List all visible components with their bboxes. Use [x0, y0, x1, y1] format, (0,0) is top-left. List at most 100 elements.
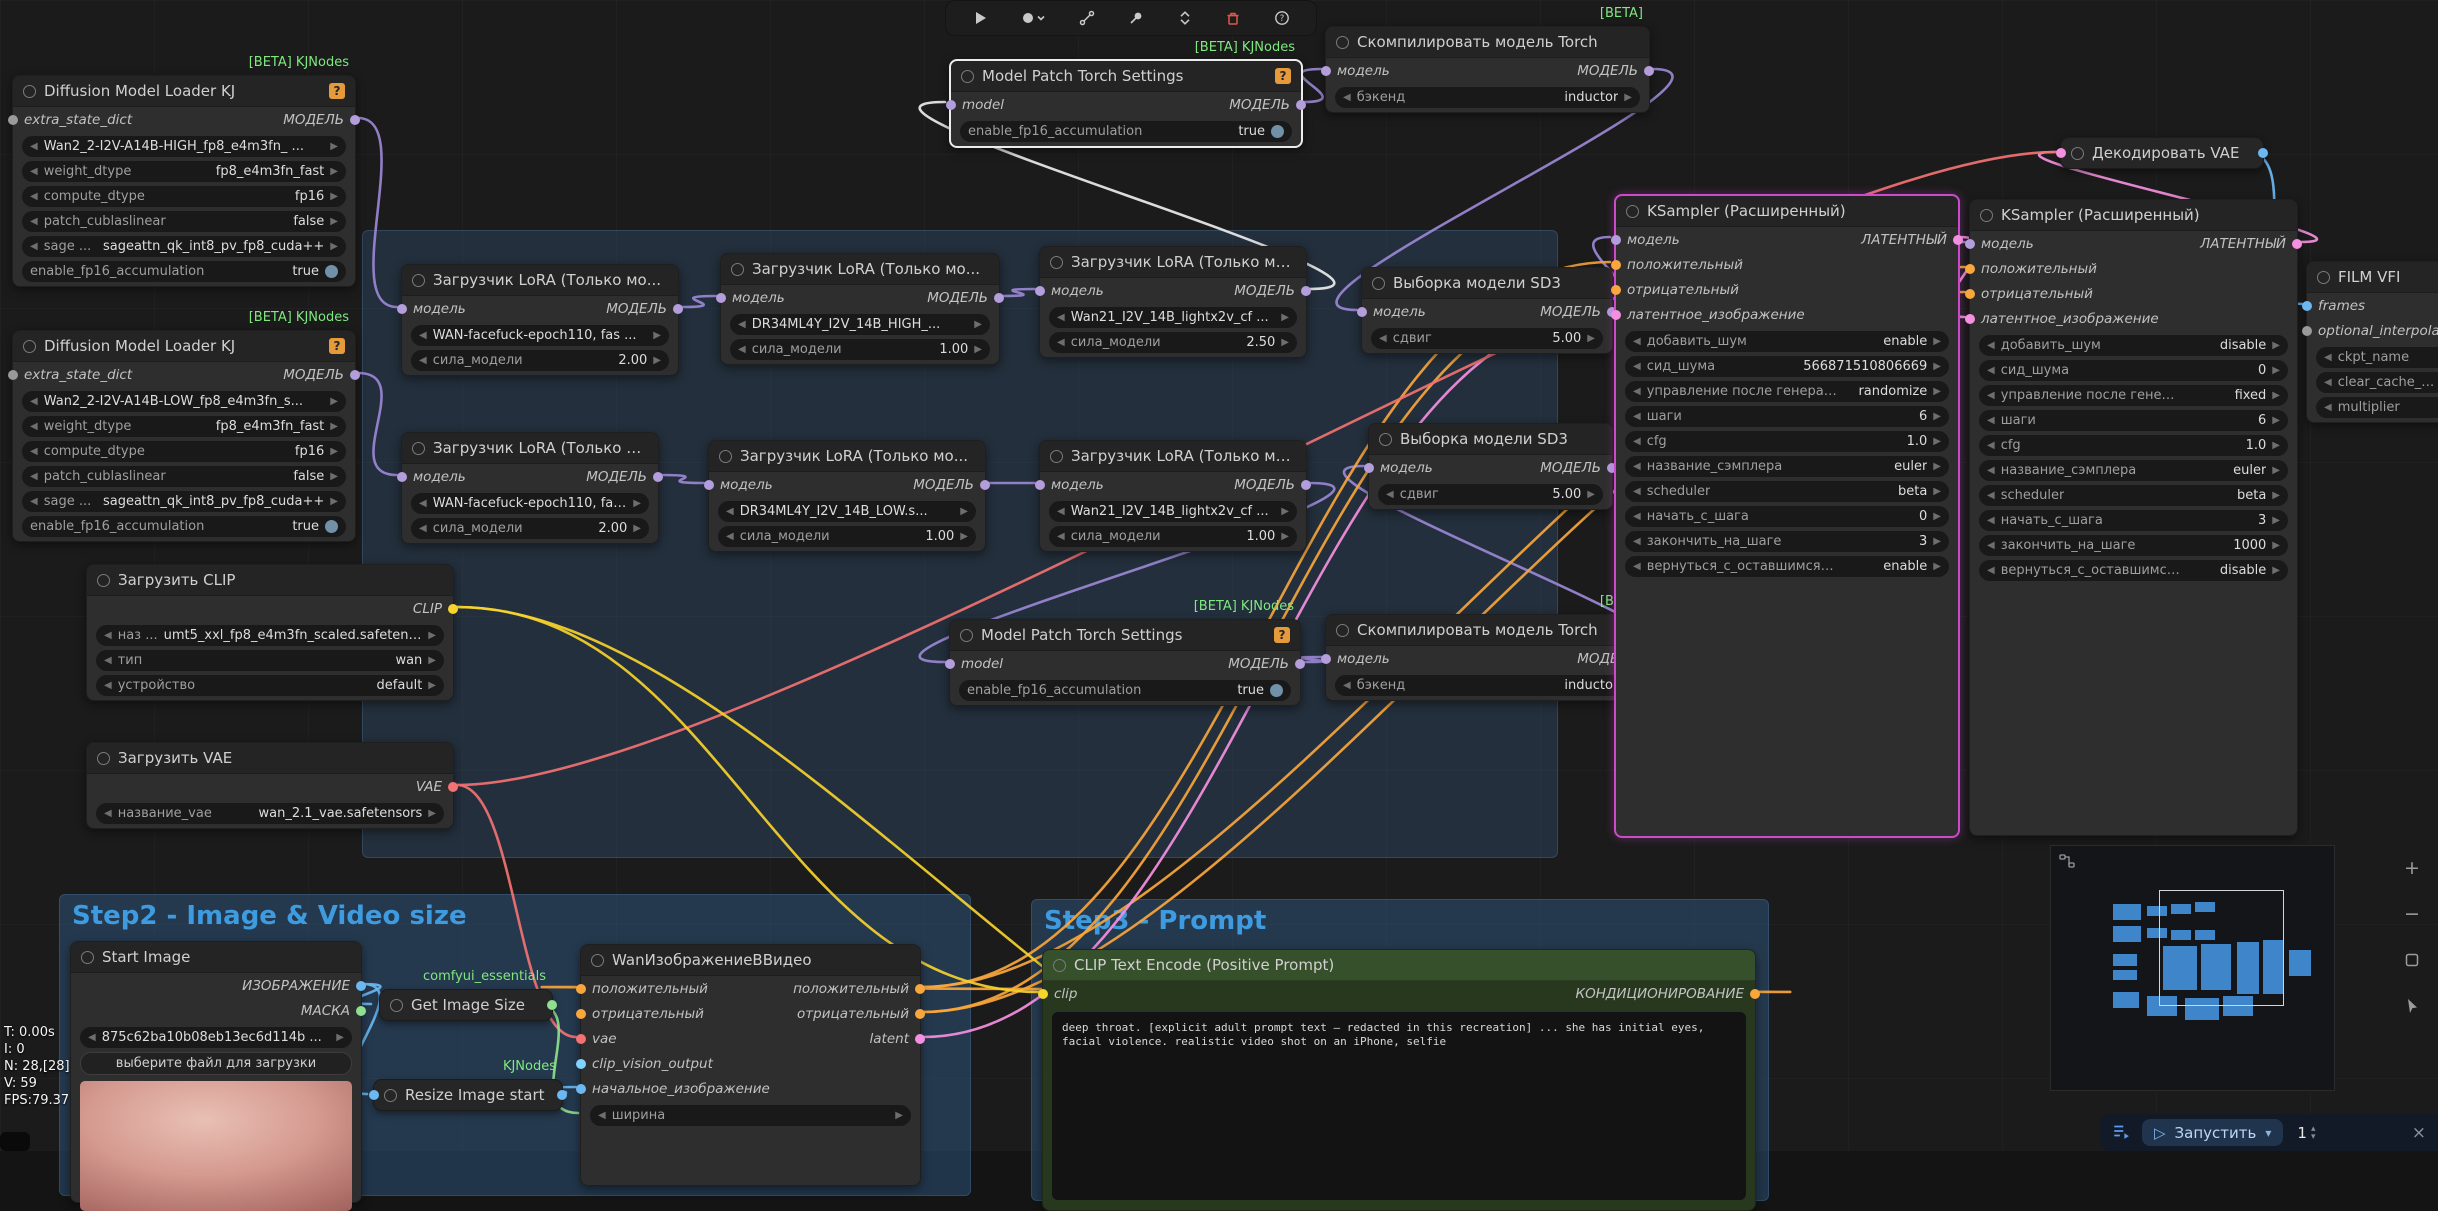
decrement-arrow[interactable]: ◀	[2324, 377, 2332, 388]
widget-row[interactable]: ◀управление после генерац...randomize▶	[1625, 381, 1949, 402]
input-port[interactable]	[1364, 463, 1374, 473]
run-button[interactable]: ▷ Запустить ▾	[2142, 1119, 2283, 1146]
play-icon[interactable]	[969, 7, 991, 29]
decrement-arrow[interactable]: ◀	[726, 506, 734, 517]
increment-arrow[interactable]: ▶	[1933, 486, 1941, 497]
increment-arrow[interactable]: ▶	[1281, 337, 1289, 348]
decrement-arrow[interactable]: ◀	[1987, 465, 1995, 476]
increment-arrow[interactable]: ▶	[330, 496, 338, 507]
decrement-arrow[interactable]: ◀	[1057, 531, 1065, 542]
decrement-arrow[interactable]: ◀	[1343, 680, 1351, 691]
node-lora-loader-2[interactable]: Загрузчик LoRA (Только мо... модельМОДЕЛ…	[720, 253, 1000, 365]
batch-count-stepper[interactable]: 1 ▴▾	[2297, 1124, 2315, 1142]
increment-arrow[interactable]: ▶	[960, 506, 968, 517]
input-port[interactable]	[576, 1009, 586, 1019]
collapse-dot[interactable]	[2317, 271, 2330, 284]
widget-row[interactable]: ◀сила_модели2.50▶	[1049, 332, 1297, 353]
output-port[interactable]	[2292, 264, 2302, 274]
collapse-dot[interactable]	[97, 574, 110, 587]
collapse-dot[interactable]	[1050, 256, 1063, 269]
widget-row[interactable]: ◀weight_dtypefp8_e4m3fn_fast▶	[22, 161, 346, 182]
input-port[interactable]	[1965, 289, 1975, 299]
output-port[interactable]	[1953, 260, 1963, 270]
output-port[interactable]	[653, 472, 663, 482]
input-port[interactable]	[1611, 260, 1621, 270]
widget-row[interactable]: ◀вернуться_с_оставшимся_...disable▶	[1979, 560, 2288, 581]
input-port[interactable]	[1038, 989, 1048, 999]
widget-row[interactable]: ◀patch_cublaslinearfalse▶	[22, 211, 346, 232]
help-icon[interactable]: ?	[1271, 7, 1293, 29]
decrement-arrow[interactable]: ◀	[1057, 337, 1065, 348]
widget-row[interactable]: ◀clear_cache_af...▶	[2316, 372, 2438, 393]
node-torch-compile-2[interactable]: [BETA] Скомпилировать модель Torch модел…	[1325, 614, 1650, 701]
node-start-image[interactable]: Start Image ИЗОБРАЖЕНИЕМАСКА ◀875c62ba10…	[70, 941, 362, 1203]
input-port[interactable]	[369, 1090, 379, 1100]
input-port[interactable]	[8, 115, 18, 125]
output-port[interactable]	[350, 370, 360, 380]
widget-row[interactable]: ◀patch_cublaslinearfalse▶	[22, 466, 346, 487]
zoom-in-icon[interactable]: +	[2400, 856, 2424, 880]
output-port[interactable]	[1296, 100, 1306, 110]
input-port[interactable]	[945, 659, 955, 669]
widget-row[interactable]: ◀compute_dtypefp16▶	[22, 186, 346, 207]
decrement-arrow[interactable]: ◀	[598, 1110, 606, 1121]
collapse-dot[interactable]	[1050, 450, 1063, 463]
node-model-patch-torch-1[interactable]: [BETA] KJNodes Model Patch Torch Setting…	[949, 59, 1303, 148]
toggle-knob[interactable]	[1270, 684, 1283, 697]
widget-row[interactable]: ◀enable_fp16_accumulationtrue▶	[959, 680, 1291, 701]
output-port[interactable]	[2292, 314, 2302, 324]
input-port[interactable]	[704, 480, 714, 490]
node-get-image-size-collapsed[interactable]: comfyui_essentials Get Image Size	[379, 989, 553, 1021]
collapse-dot[interactable]	[2071, 147, 2084, 160]
widget-row[interactable]: ◀сид_шума566871510806669▶	[1625, 356, 1949, 377]
decrement-arrow[interactable]: ◀	[1633, 486, 1641, 497]
collapse-dot[interactable]	[81, 951, 94, 964]
decrement-arrow[interactable]: ◀	[2324, 352, 2332, 363]
input-port[interactable]	[1321, 654, 1331, 664]
widget-row[interactable]: ◀сила_модели1.00▶	[1049, 526, 1297, 547]
input-port[interactable]	[82, 604, 92, 614]
decrement-arrow[interactable]: ◀	[1633, 386, 1641, 397]
increment-arrow[interactable]: ▶	[330, 241, 338, 252]
input-port[interactable]	[1611, 310, 1621, 320]
widget-row[interactable]: ◀Wan21_I2V_14B_lightx2v_cf ...▶	[1049, 307, 1297, 328]
widget-row[interactable]: ◀бэкендinductor▶	[1335, 675, 1640, 696]
close-icon[interactable]: ×	[2412, 1123, 2426, 1143]
decrement-arrow[interactable]: ◀	[30, 421, 38, 432]
increment-arrow[interactable]: ▶	[1281, 312, 1289, 323]
node-ksampler-advanced-2[interactable]: KSampler (Расширенный) модельЛАТЕНТНЫЙпо…	[1969, 199, 2298, 836]
collapse-dot[interactable]	[412, 442, 425, 455]
decrement-arrow[interactable]: ◀	[104, 680, 112, 691]
minimap-viewport[interactable]	[2159, 890, 2284, 1006]
widget-row[interactable]: ◀Wan21_I2V_14B_lightx2v_cf ...▶	[1049, 501, 1297, 522]
widget-row[interactable]: ◀сдвиг5.00▶	[1371, 328, 1603, 349]
decrement-arrow[interactable]: ◀	[104, 655, 112, 666]
decrement-arrow[interactable]: ◀	[1987, 515, 1995, 526]
increment-arrow[interactable]: ▶	[1281, 531, 1289, 542]
increment-arrow[interactable]: ▶	[895, 1110, 903, 1121]
output-port[interactable]	[448, 782, 458, 792]
input-port[interactable]	[1965, 239, 1975, 249]
increment-arrow[interactable]: ▶	[2272, 540, 2280, 551]
decrement-arrow[interactable]: ◀	[30, 216, 38, 227]
widget-row[interactable]: ◀sage ...sageattn_qk_int8_pv_fp8_cuda++▶	[22, 236, 346, 257]
input-port[interactable]	[1965, 314, 1975, 324]
input-port[interactable]	[397, 304, 407, 314]
input-port[interactable]	[576, 1084, 586, 1094]
input-port[interactable]	[8, 370, 18, 380]
prompt-textarea[interactable]: deep throat. [explicit adult prompt text…	[1052, 1012, 1746, 1200]
widget-row[interactable]: ◀multiplier▶	[2316, 397, 2438, 418]
node-model-sampling-sd3-1[interactable]: Выборка модели SD3 модельМОДЕЛЬ ◀сдвиг5.…	[1361, 267, 1613, 354]
decrement-arrow[interactable]: ◀	[738, 344, 746, 355]
increment-arrow[interactable]: ▶	[1933, 461, 1941, 472]
decrement-arrow[interactable]: ◀	[30, 191, 38, 202]
decrement-arrow[interactable]: ◀	[1987, 540, 1995, 551]
minimap[interactable]	[2050, 845, 2335, 1091]
node-lora-loader-1[interactable]: Загрузчик LoRA (Только мо... модельМОДЕЛ…	[401, 264, 679, 376]
increment-arrow[interactable]: ▶	[1624, 92, 1632, 103]
decrement-arrow[interactable]: ◀	[1987, 565, 1995, 576]
widget-row[interactable]: ◀добавить_шумenable▶	[1625, 331, 1949, 352]
decrement-arrow[interactable]: ◀	[30, 241, 38, 252]
increment-arrow[interactable]: ▶	[2272, 490, 2280, 501]
widget-row[interactable]: ◀сила_модели1.00▶	[730, 339, 990, 360]
